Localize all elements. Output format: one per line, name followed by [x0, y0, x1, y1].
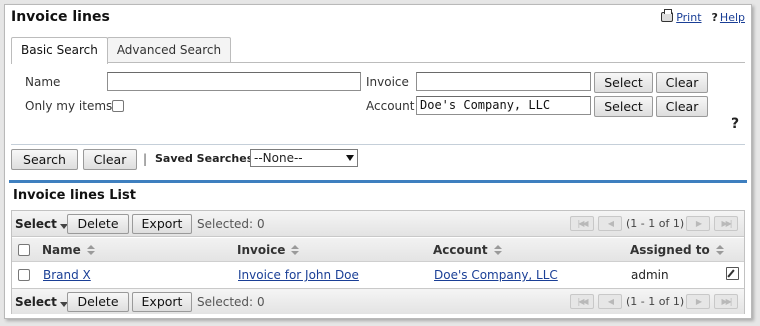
invoice-lines-table: Select Delete Export Selected: 0 |◀◀ ◀ (… [11, 210, 745, 314]
prev-page-button[interactable]: ◀ [598, 216, 622, 231]
printer-icon [661, 9, 674, 22]
first-page-button[interactable]: |◀◀ [570, 294, 594, 309]
account-input[interactable]: Doe's Company, LLC [416, 96, 591, 115]
list-accent-bar [9, 180, 747, 183]
column-header-name[interactable]: Name [42, 243, 95, 257]
pagination-count: (1 - 1 of 1) [626, 295, 685, 308]
mass-select-dropdown[interactable]: Select [15, 217, 68, 231]
table-header-row: Name Invoice Account Assigned to [12, 238, 744, 262]
tab-divider [11, 62, 745, 63]
clear-search-button[interactable]: Clear [83, 149, 137, 170]
selected-count: 0 [257, 295, 265, 309]
invoice-input[interactable] [416, 72, 591, 91]
top-links: Print ? Help [661, 9, 745, 24]
row-invoice-link[interactable]: Invoice for John Doe [238, 268, 359, 282]
sort-icon[interactable] [715, 245, 724, 256]
prev-page-button[interactable]: ◀ [598, 294, 622, 309]
help-question-icon[interactable]: ? [731, 116, 739, 132]
chevron-down-icon [346, 155, 354, 161]
delete-button[interactable]: Delete [67, 292, 129, 312]
export-button[interactable]: Export [132, 292, 192, 312]
prev-page-icon: ◀ [607, 297, 614, 306]
only-my-items-label: Only my items [25, 99, 113, 113]
question-mark-icon: ? [711, 11, 718, 24]
next-page-button[interactable]: ▶ [686, 216, 710, 231]
first-page-icon: |◀◀ [577, 219, 589, 228]
tab-basic-search[interactable]: Basic Search [11, 37, 108, 64]
last-page-button[interactable]: ▶▶| [714, 216, 738, 231]
column-header-assigned-to[interactable]: Assigned to [630, 243, 724, 257]
sort-icon[interactable] [86, 245, 95, 256]
tab-advanced-search[interactable]: Advanced Search [106, 37, 232, 63]
saved-searches-select[interactable]: --None-- [250, 149, 358, 167]
row-checkbox[interactable] [18, 269, 30, 281]
help-link[interactable]: ? Help [712, 11, 745, 24]
delete-button[interactable]: Delete [67, 214, 129, 234]
export-button[interactable]: Export [132, 214, 192, 234]
invoice-label: Invoice [366, 75, 409, 89]
name-label: Name [25, 75, 61, 89]
row-assigned-to: admin [631, 268, 669, 282]
invoice-lines-panel: Invoice lines Print ? Help Basic Search A… [4, 4, 752, 319]
mass-select-dropdown[interactable]: Select [15, 295, 68, 309]
search-tabs: Basic Search Advanced Search [11, 37, 232, 64]
only-my-items-checkbox[interactable] [112, 100, 124, 112]
selected-count: 0 [257, 217, 265, 231]
account-clear-button[interactable]: Clear [656, 96, 708, 117]
list-toolbar-top: Select Delete Export Selected: 0 |◀◀ ◀ (… [12, 211, 744, 237]
column-header-account[interactable]: Account [433, 243, 502, 257]
toolbar-divider: | [143, 152, 148, 166]
last-page-icon: ▶▶| [721, 219, 733, 228]
sort-icon[interactable] [291, 245, 300, 256]
selected-label: Selected: [197, 217, 254, 231]
row-name-link[interactable]: Brand X [43, 268, 91, 282]
search-button[interactable]: Search [11, 149, 78, 170]
edit-icon[interactable] [726, 267, 739, 280]
first-page-icon: |◀◀ [577, 297, 589, 306]
page-title: Invoice lines [11, 9, 110, 25]
last-page-icon: ▶▶| [721, 297, 733, 306]
table-row: Brand X Invoice for John Doe Doe's Compa… [12, 263, 744, 287]
selected-label: Selected: [197, 295, 254, 309]
select-all-checkbox[interactable] [18, 244, 30, 256]
saved-searches-value: --None-- [254, 151, 303, 165]
name-input[interactable] [107, 72, 361, 91]
invoice-select-button[interactable]: Select [594, 72, 653, 93]
row-account-link[interactable]: Doe's Company, LLC [434, 268, 558, 282]
pagination-count: (1 - 1 of 1) [626, 217, 685, 230]
list-title: Invoice lines List [13, 188, 136, 203]
prev-page-icon: ◀ [607, 219, 614, 228]
first-page-button[interactable]: |◀◀ [570, 216, 594, 231]
column-header-invoice[interactable]: Invoice [237, 243, 300, 257]
invoice-clear-button[interactable]: Clear [656, 72, 708, 93]
print-link[interactable]: Print [661, 9, 702, 24]
last-page-button[interactable]: ▶▶| [714, 294, 738, 309]
saved-searches-label: Saved Searches [155, 152, 254, 165]
sort-icon[interactable] [493, 245, 502, 256]
account-select-button[interactable]: Select [594, 96, 653, 117]
account-label: Account [366, 99, 415, 113]
search-divider [11, 144, 745, 145]
next-page-icon: ▶ [695, 219, 702, 228]
next-page-button[interactable]: ▶ [686, 294, 710, 309]
next-page-icon: ▶ [695, 297, 702, 306]
list-toolbar-bottom: Select Delete Export Selected: 0 |◀◀ ◀ (… [12, 288, 744, 314]
